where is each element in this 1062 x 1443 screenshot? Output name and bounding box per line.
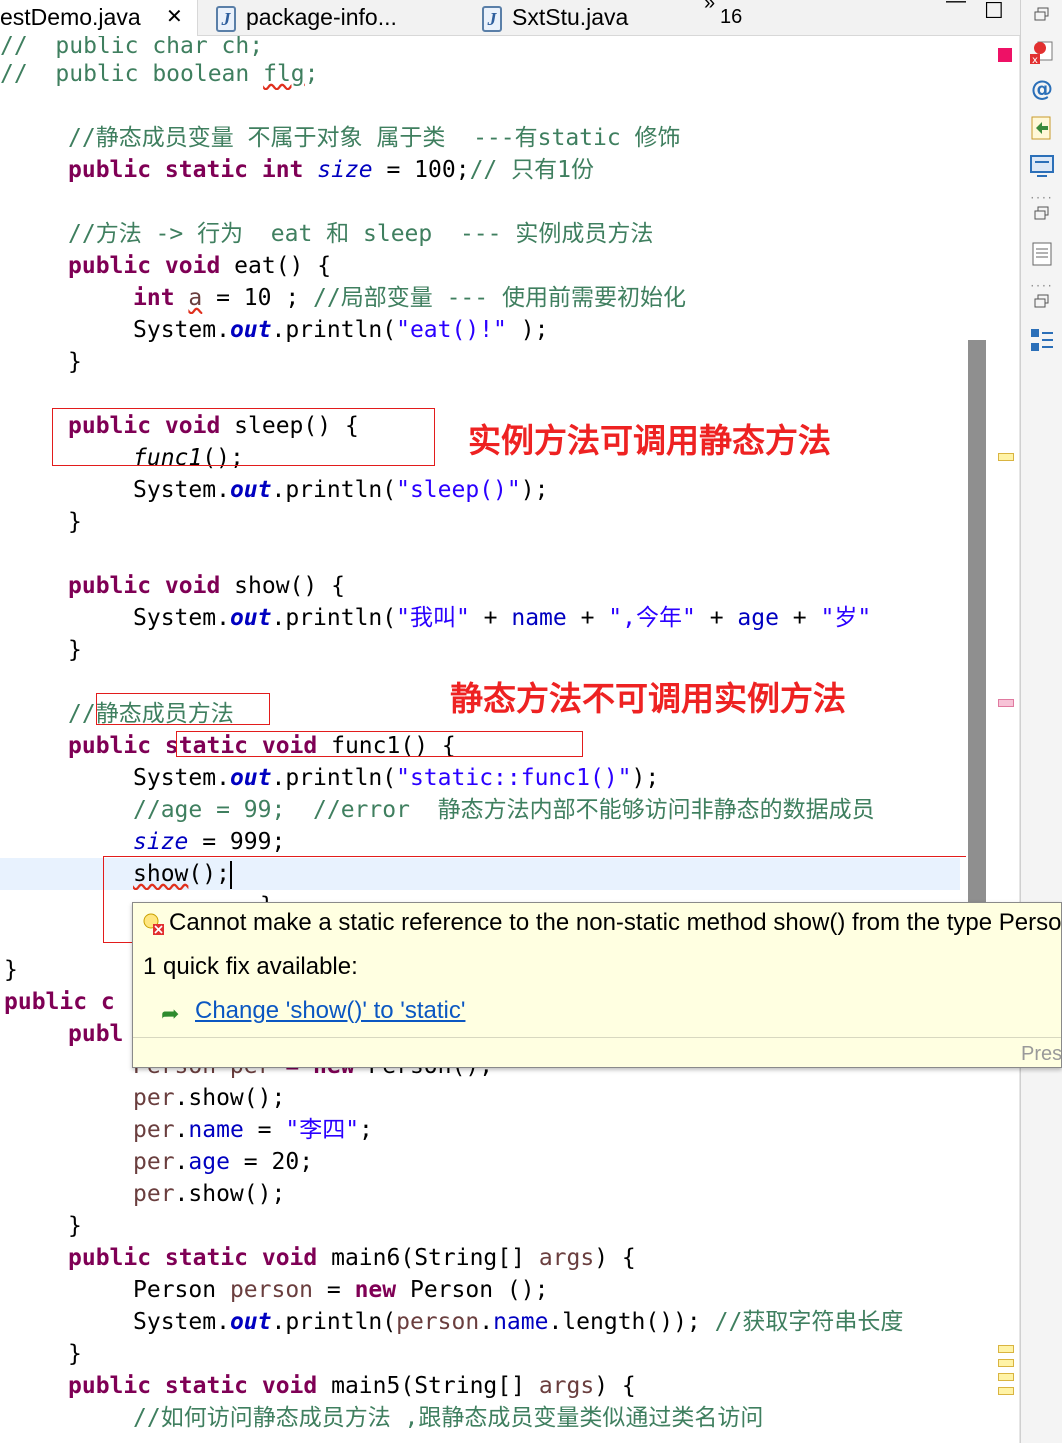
code-line: int a = 10 ; //局部变量 --- 使用前需要初始化 xyxy=(133,285,686,311)
annotation-instance-calls-static: 实例方法可调用静态方法 xyxy=(468,421,831,460)
code-line: // public boolean flg; xyxy=(0,61,319,87)
declaration-icon[interactable] xyxy=(1027,114,1057,142)
restore-icon[interactable] xyxy=(1027,4,1057,32)
quick-fix-change-to-static-link[interactable]: Change 'show()' to 'static' xyxy=(195,997,465,1025)
code-line: System.out.println("static::func1()"); xyxy=(133,765,660,791)
error-marker[interactable] xyxy=(998,699,1014,707)
code-line: public void show() { xyxy=(68,573,345,599)
maximize-icon[interactable]: ☐ xyxy=(984,0,1004,24)
code-line: per.show(); xyxy=(133,1181,286,1207)
scrollbar-thumb[interactable] xyxy=(968,340,986,905)
code-line: Person person = new Person (); xyxy=(133,1277,549,1303)
code-line: per.show(); xyxy=(133,1085,286,1111)
occurrence-marker[interactable] xyxy=(998,1373,1014,1381)
console-icon[interactable] xyxy=(1027,152,1057,180)
outline-icon[interactable] xyxy=(1027,240,1057,268)
annotation-static-cannot-call-instance: 静态方法不可调用实例方法 xyxy=(450,679,846,718)
side-view-toolbar: x @ ···· ···· xyxy=(1020,0,1062,1443)
code-line: System.out.println(person.name.length())… xyxy=(133,1309,904,1335)
occurrence-marker[interactable] xyxy=(998,1387,1014,1395)
popup-footer-divider xyxy=(133,1037,1061,1038)
code-line: per.age = 20; xyxy=(133,1149,314,1175)
code-line: System.out.println("我叫" + name + ",今年" +… xyxy=(133,605,872,631)
code-line: } xyxy=(68,1341,82,1367)
code-line: //方法 -> 行为 eat 和 sleep --- 实例成员方法 xyxy=(68,221,654,247)
tab-overflow-count[interactable]: 16 xyxy=(720,6,742,29)
tab-label: package-info... xyxy=(246,4,397,30)
highlight-box-sleep xyxy=(52,408,435,466)
error-lightbulb-icon xyxy=(141,912,165,936)
tab-estdemo-java[interactable]: estDemo.java ✕ xyxy=(0,0,198,36)
code-line: public static void main5(String[] args) … xyxy=(68,1373,636,1399)
code-line: size = 999; xyxy=(133,829,286,855)
error-summary-marker[interactable] xyxy=(998,48,1012,62)
code-line: //静态成员变量 不属于对象 属于类 ---有static 修饰 xyxy=(68,125,681,151)
java-file-icon: J xyxy=(482,5,502,32)
code-line: //如何访问静态成员方法 ,跟静态成员变量类似通过类名访问 xyxy=(133,1405,764,1431)
error-message: Cannot make a static reference to the no… xyxy=(141,909,1062,937)
svg-text:x: x xyxy=(1032,55,1038,66)
code-line: //age = 99; //error 静态方法内部不能够访问非静态的数据成员 xyxy=(133,797,875,823)
occurrence-marker[interactable] xyxy=(998,1345,1014,1353)
restore-icon[interactable] xyxy=(1027,202,1057,230)
highlight-box-comment xyxy=(96,693,270,725)
error-marker-icon[interactable]: x xyxy=(1027,38,1057,66)
restore-icon[interactable] xyxy=(1027,290,1057,318)
quick-fix-popup[interactable]: Cannot make a static reference to the no… xyxy=(132,902,1062,1068)
tab-label: SxtStu.java xyxy=(512,4,629,30)
code-line: } xyxy=(68,1213,82,1239)
code-line: } xyxy=(68,509,82,535)
tab-label: estDemo.java xyxy=(0,4,141,30)
occurrence-marker[interactable] xyxy=(998,453,1014,461)
tab-overflow-chevron-icon[interactable]: » xyxy=(704,0,715,15)
minimize-icon[interactable]: — xyxy=(946,0,966,13)
highlight-box-func1 xyxy=(176,731,583,757)
tab-package-info[interactable]: Jpackage-info... xyxy=(216,0,466,36)
close-tab-icon[interactable]: ✕ xyxy=(166,0,183,34)
overview-ruler xyxy=(988,36,1020,1443)
hierarchy-icon[interactable] xyxy=(1027,326,1057,354)
popup-footer-hint: Press 'Tab' from proposal table or click… xyxy=(1021,1043,1062,1065)
quick-fix-count: 1 quick fix available: xyxy=(143,953,358,980)
quick-fix-arrow-icon: ➦ xyxy=(161,1001,180,1026)
code-line: public void eat() { xyxy=(68,253,332,279)
code-line: public static void main6(String[] args) … xyxy=(68,1245,636,1271)
javadoc-at-icon[interactable]: @ xyxy=(1027,76,1057,104)
code-line: } xyxy=(68,349,82,375)
code-line: per.name = "李四"; xyxy=(133,1117,373,1143)
editor-tab-bar: estDemo.java ✕ Jpackage-info... J SxtStu.… xyxy=(0,0,1062,36)
code-line: System.out.println("eat()!" ); xyxy=(133,317,549,343)
java-file-icon: J xyxy=(216,5,236,32)
occurrence-marker[interactable] xyxy=(998,1359,1014,1367)
error-message-text: Cannot make a static reference to the no… xyxy=(169,909,1062,936)
code-line: public static int size = 100;// 只有1份 xyxy=(68,157,594,183)
code-line: } xyxy=(68,637,82,663)
tab-sxtstu-java[interactable]: J SxtStu.java xyxy=(482,0,682,36)
code-line: System.out.println("sleep()"); xyxy=(133,477,549,503)
